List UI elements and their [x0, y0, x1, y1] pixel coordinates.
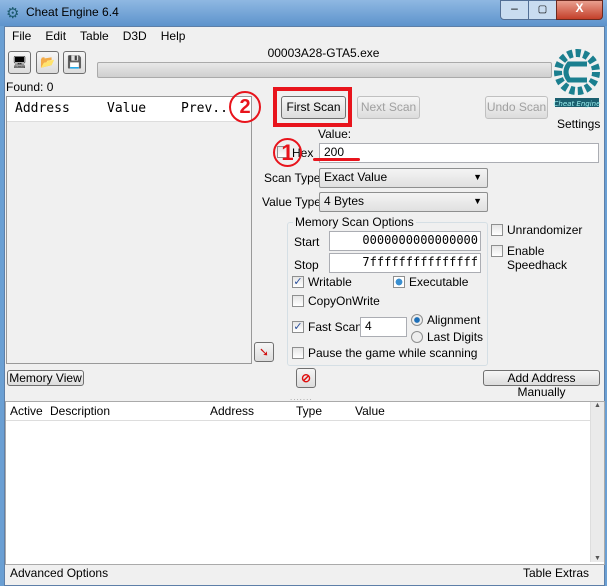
advanced-options-button[interactable]: Advanced Options: [10, 566, 108, 580]
title-bar: ⚙ Cheat Engine 6.4 – ▢ X: [0, 0, 607, 26]
stop-label: Stop: [294, 258, 319, 272]
red-arrow-icon: ➘: [258, 345, 270, 359]
no-entry-icon: ⊘: [300, 371, 312, 385]
fast-scan-checkbox[interactable]: ✓: [292, 321, 304, 333]
col-active[interactable]: Active: [10, 402, 43, 420]
found-count: Found: 0: [6, 80, 54, 94]
app-icon: ⚙: [6, 5, 20, 22]
start-label: Start: [294, 235, 320, 249]
pause-game-checkbox[interactable]: [292, 347, 304, 359]
results-list[interactable]: Address Value Prev..: [6, 96, 252, 364]
cheat-engine-logo[interactable]: Cheat Engine: [553, 44, 601, 112]
menu-d3d[interactable]: D3D: [123, 29, 147, 43]
stop-address-input[interactable]: 7fffffffffffffff: [329, 253, 481, 273]
step-1-annotation: 1: [273, 138, 302, 167]
fast-scan-input[interactable]: 4: [360, 317, 407, 337]
start-address-input[interactable]: 0000000000000000: [329, 231, 481, 251]
open-process-button[interactable]: 🖥: [8, 51, 31, 74]
results-header: Address Value Prev..: [7, 97, 251, 122]
step-2-annotation: 2: [229, 91, 261, 123]
floppy-icon: 💾: [67, 55, 82, 69]
executable-checkbox[interactable]: [393, 276, 405, 288]
value-input[interactable]: 200: [319, 143, 599, 163]
value-type-select[interactable]: 4 Bytes: [319, 192, 488, 212]
unrandomizer-checkbox[interactable]: [491, 224, 503, 236]
col-value[interactable]: Value: [107, 97, 146, 121]
address-table[interactable]: Active Description Address Type Value ▲ …: [5, 401, 605, 565]
alignment-label: Alignment: [427, 313, 481, 327]
copyonwrite-label: CopyOnWrite: [308, 294, 380, 308]
window-title: Cheat Engine 6.4: [26, 5, 119, 19]
svg-text:Cheat Engine: Cheat Engine: [554, 100, 601, 108]
computer-icon: 🖥: [11, 55, 28, 69]
speedhack-checkbox[interactable]: [491, 245, 503, 257]
col-description[interactable]: Description: [50, 402, 110, 420]
menu-bar: File Edit Table D3D Help: [12, 29, 185, 43]
memory-scan-options-title: Memory Scan Options: [293, 215, 416, 229]
writable-label: Writable: [308, 275, 352, 289]
scan-type-label: Scan Type: [264, 171, 321, 185]
scan-type-select[interactable]: Exact Value: [319, 168, 488, 188]
add-selected-to-list-button[interactable]: ➘: [254, 342, 274, 362]
executable-label: Executable: [409, 275, 469, 289]
speedhack-label: Enable Speedhack: [507, 244, 568, 272]
memory-view-button[interactable]: Memory View: [7, 370, 84, 386]
address-table-header: Active Description Address Type Value: [6, 402, 591, 421]
col-type[interactable]: Type: [296, 402, 322, 420]
menu-edit[interactable]: Edit: [45, 29, 66, 43]
clear-list-button[interactable]: ⊘: [296, 368, 316, 388]
open-file-button[interactable]: 📂: [36, 51, 59, 74]
fast-scan-label: Fast Scan: [308, 320, 363, 334]
folder-icon: 📂: [40, 55, 55, 69]
minimize-button[interactable]: –: [500, 0, 529, 20]
writable-checkbox[interactable]: ✓: [292, 276, 304, 288]
undo-scan-button[interactable]: Undo Scan: [485, 96, 548, 119]
pause-game-label: Pause the game while scanning: [308, 346, 478, 360]
unrandomizer-label: Unrandomizer: [507, 223, 583, 237]
last-digits-radio[interactable]: [411, 331, 423, 343]
next-scan-button[interactable]: Next Scan: [357, 96, 420, 119]
vertical-scrollbar[interactable]: ▲ ▼: [590, 402, 604, 562]
col-previous[interactable]: Prev..: [181, 97, 228, 121]
col-address[interactable]: Address: [210, 402, 254, 420]
close-button[interactable]: X: [556, 0, 603, 20]
settings-link[interactable]: Settings: [557, 117, 600, 131]
menu-file[interactable]: File: [12, 29, 31, 43]
alignment-radio[interactable]: [411, 314, 423, 326]
col-address[interactable]: Address: [15, 97, 70, 121]
menu-help[interactable]: Help: [161, 29, 186, 43]
scan-progress-bar: [97, 62, 552, 78]
col-value[interactable]: Value: [355, 402, 385, 420]
add-address-manually-button[interactable]: Add Address Manually: [483, 370, 600, 399]
process-name: 00003A28-GTA5.exe: [267, 46, 380, 60]
value-underline: [313, 158, 360, 161]
table-extras-button[interactable]: Table Extras: [523, 566, 589, 580]
menu-table[interactable]: Table: [80, 29, 109, 43]
save-button[interactable]: 💾: [63, 51, 86, 74]
last-digits-label: Last Digits: [427, 330, 484, 344]
maximize-button[interactable]: ▢: [528, 0, 557, 20]
value-label: Value:: [318, 127, 352, 141]
first-scan-button[interactable]: First Scan: [281, 96, 346, 119]
copyonwrite-checkbox[interactable]: [292, 295, 304, 307]
value-type-label: Value Type: [262, 195, 321, 209]
